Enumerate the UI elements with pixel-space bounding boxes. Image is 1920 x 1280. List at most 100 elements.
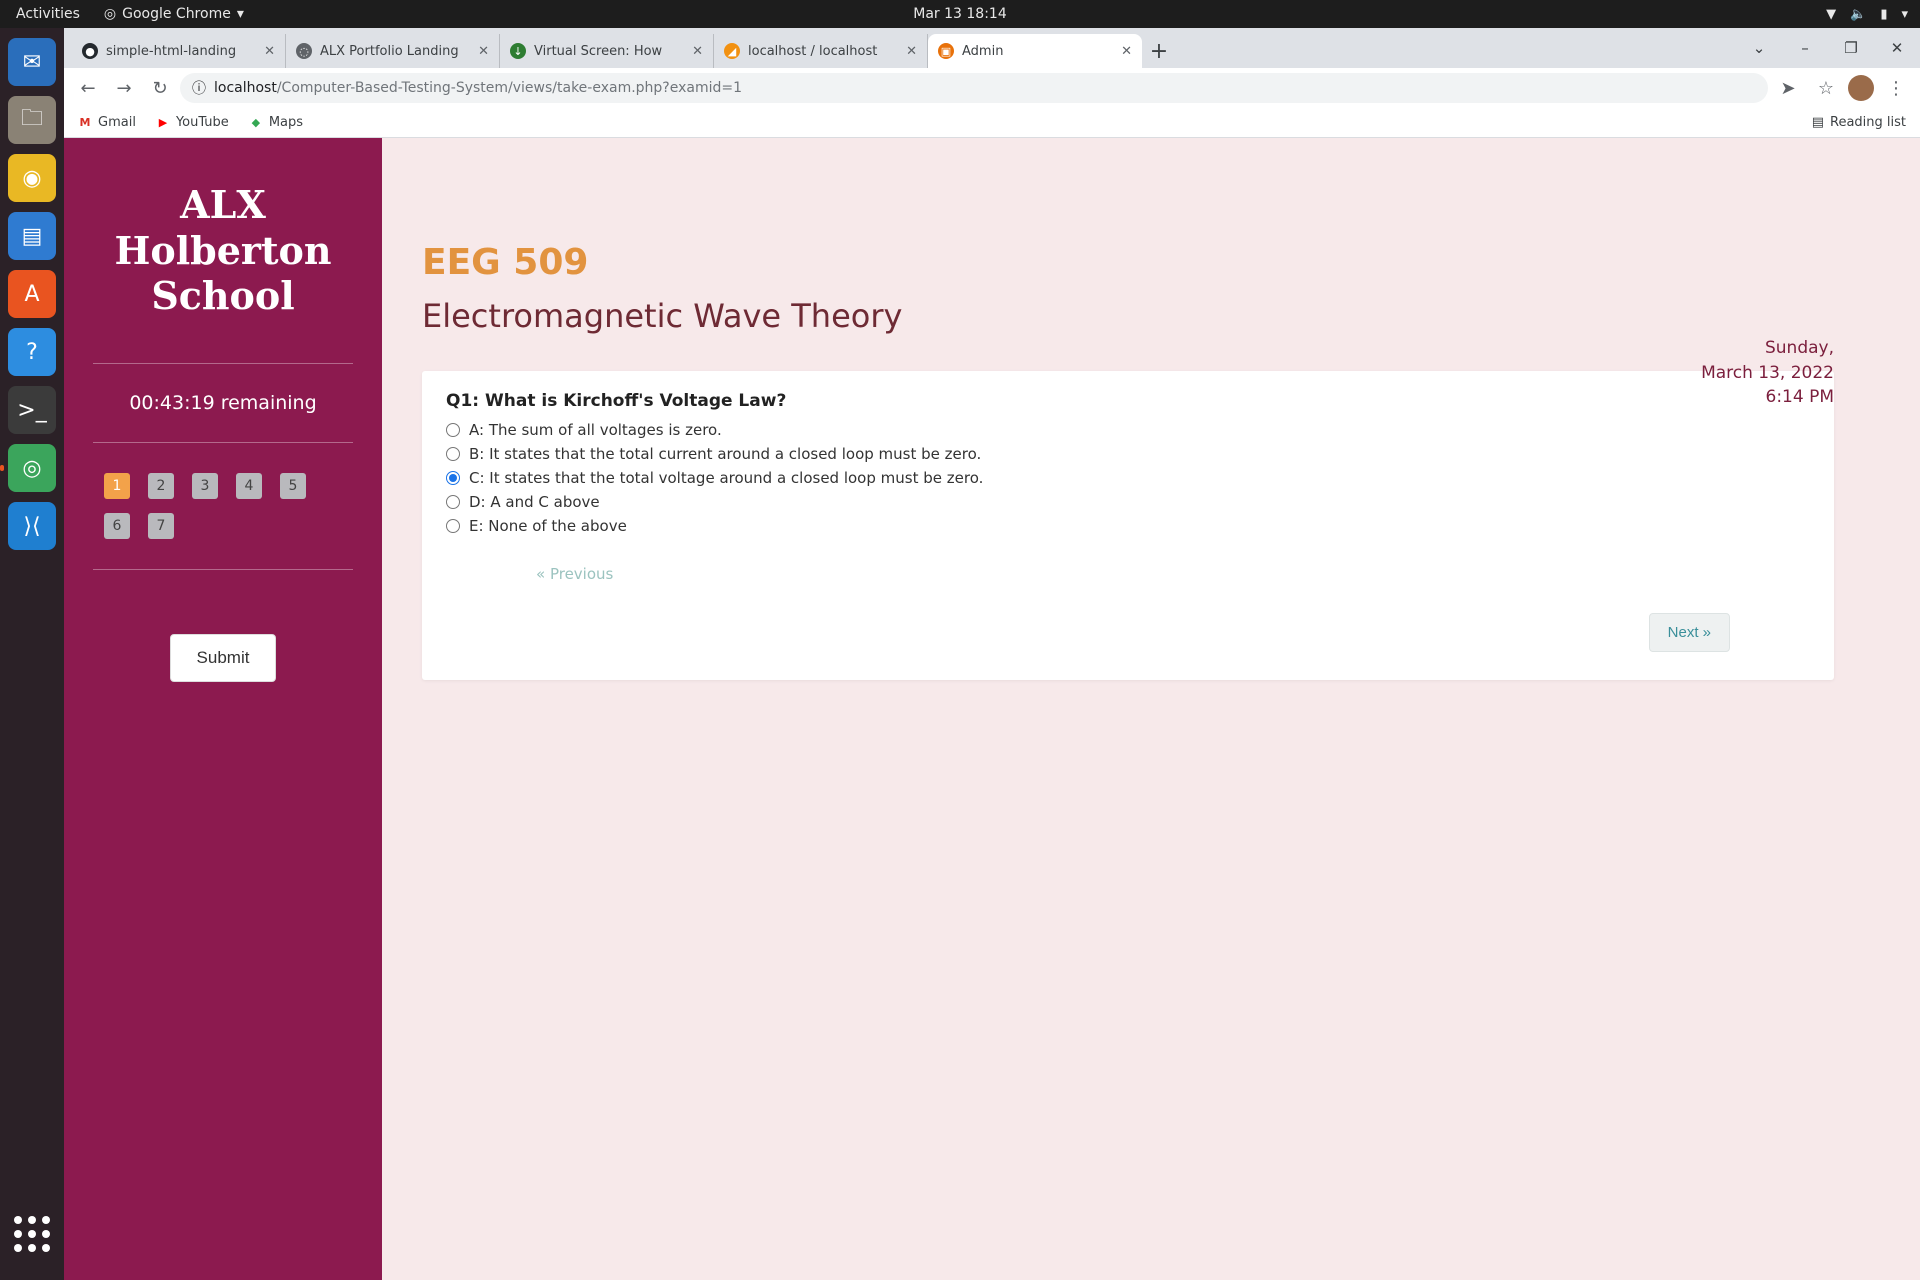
browser-tab[interactable]: ↓ Virtual Screen: How ✕ bbox=[500, 34, 714, 68]
exam-timer: 00:43:19 remaining bbox=[129, 391, 317, 414]
question-number-button[interactable]: 7 bbox=[148, 512, 174, 539]
close-window-icon[interactable]: ✕ bbox=[1874, 28, 1920, 68]
radio-button[interactable] bbox=[446, 471, 460, 485]
tab-title: Virtual Screen: How bbox=[534, 43, 663, 59]
close-tab-icon[interactable]: ✕ bbox=[906, 44, 917, 59]
radio-button[interactable] bbox=[446, 447, 460, 461]
date-time: 6:14 PM bbox=[1765, 387, 1835, 408]
bookmark-star-icon[interactable]: ☆ bbox=[1810, 72, 1842, 104]
answer-option[interactable]: C: It states that the total voltage arou… bbox=[446, 469, 1810, 487]
bookmark-label: Maps bbox=[268, 115, 304, 130]
tab-search-icon[interactable]: ⌄ bbox=[1736, 28, 1782, 68]
chrome-icon[interactable]: ◎ bbox=[0, 444, 56, 492]
radio-button[interactable] bbox=[446, 423, 460, 437]
rhythmbox-icon[interactable]: ◉ bbox=[8, 154, 56, 202]
show-applications-button[interactable] bbox=[8, 1210, 56, 1258]
volume-icon[interactable]: 🔈 bbox=[1850, 7, 1866, 22]
bookmark-item[interactable]: M Gmail bbox=[78, 115, 136, 130]
bookmark-item[interactable]: ▶ YouTube bbox=[156, 115, 229, 130]
system-tray[interactable]: ▼ 🔈 ▮ ▾ bbox=[1826, 7, 1908, 22]
app-menu[interactable]: ◎ Google Chrome ▾ bbox=[96, 6, 252, 22]
software-center-icon[interactable]: A bbox=[8, 270, 56, 318]
tab-favicon-icon: ↓ bbox=[510, 43, 526, 59]
profile-avatar[interactable] bbox=[1848, 75, 1874, 101]
question-number-button[interactable]: 3 bbox=[192, 472, 218, 499]
next-button[interactable]: Next » bbox=[1648, 613, 1730, 652]
question-number-button[interactable]: 2 bbox=[148, 472, 174, 499]
exam-sidebar: ALX Holberton School 00:43:19 remaining … bbox=[64, 138, 382, 1280]
question-number-button[interactable]: 1 bbox=[104, 472, 130, 499]
tab-favicon-icon: ◌ bbox=[296, 43, 312, 59]
reading-list-icon: ▤ bbox=[1811, 115, 1824, 130]
files-icon[interactable]: 🗀 bbox=[8, 96, 56, 144]
close-tab-icon[interactable]: ✕ bbox=[1121, 44, 1132, 59]
minimize-icon[interactable]: – bbox=[1782, 28, 1828, 68]
writer-icon[interactable]: ▤ bbox=[8, 212, 56, 260]
question-number-button[interactable]: 6 bbox=[104, 512, 130, 539]
back-icon[interactable]: ← bbox=[72, 72, 104, 104]
system-clock[interactable]: Mar 13 18:14 bbox=[913, 6, 1006, 22]
previous-button[interactable]: « Previous bbox=[536, 565, 613, 583]
browser-tab[interactable]: ▣ Admin ✕ bbox=[928, 34, 1142, 68]
menu-kebab-icon[interactable]: ⋮ bbox=[1880, 72, 1912, 104]
thunderbird-icon[interactable]: ✉ bbox=[8, 38, 56, 86]
tab-favicon-icon: ◢ bbox=[724, 43, 740, 59]
browser-tab[interactable]: ◢ localhost / localhost ✕ bbox=[714, 34, 928, 68]
youtube-icon: ▶ bbox=[158, 116, 168, 129]
course-code: EEG 509 bbox=[422, 242, 589, 283]
question-number-button[interactable]: 5 bbox=[280, 472, 306, 499]
caret-down-icon[interactable]: ▾ bbox=[1901, 7, 1908, 22]
school-name-line: ALX bbox=[180, 182, 266, 227]
question-pager: « Previous bbox=[446, 565, 1810, 583]
help-icon[interactable]: ? bbox=[8, 328, 56, 376]
radio-button[interactable] bbox=[446, 519, 460, 533]
close-tab-icon[interactable]: ✕ bbox=[478, 44, 489, 59]
course-name: Electromagnetic Wave Theory bbox=[422, 297, 903, 335]
bookmarks-bar: M Gmail ▶ YouTube ◆ Maps ▤ Reading list bbox=[64, 108, 1920, 138]
school-name: ALX Holberton School bbox=[115, 182, 332, 319]
reload-icon[interactable]: ↻ bbox=[144, 72, 176, 104]
wifi-icon[interactable]: ▼ bbox=[1826, 7, 1836, 22]
question-number-button[interactable]: 4 bbox=[236, 472, 262, 499]
question-card: Q1: What is Kirchoff's Voltage Law? A: T… bbox=[422, 371, 1834, 680]
close-tab-icon[interactable]: ✕ bbox=[692, 44, 703, 59]
battery-icon[interactable]: ▮ bbox=[1880, 7, 1887, 22]
answer-option[interactable]: D: A and C above bbox=[446, 493, 1810, 511]
date-day: March 13, 2022 bbox=[1701, 362, 1834, 383]
tab-title: ALX Portfolio Landing bbox=[320, 43, 459, 59]
maps-icon: ◆ bbox=[251, 116, 261, 129]
answer-option-text: E: None of the above bbox=[469, 517, 627, 535]
bookmark-item[interactable]: ◆ Maps bbox=[249, 115, 303, 130]
answer-option[interactable]: A: The sum of all voltages is zero. bbox=[446, 421, 1810, 439]
vscode-icon[interactable]: ⟩⟨ bbox=[8, 502, 56, 550]
reading-list-button[interactable]: ▤ Reading list bbox=[1812, 115, 1906, 130]
url-path: /Computer-Based-Testing-System/views/tak… bbox=[276, 80, 743, 96]
tab-title: simple-html-landing bbox=[106, 43, 237, 59]
window-controls: ⌄ – ❐ ✕ bbox=[1736, 28, 1920, 68]
tab-favicon-icon: ● bbox=[82, 43, 98, 59]
close-tab-icon[interactable]: ✕ bbox=[264, 44, 275, 59]
school-name-line: School bbox=[151, 273, 295, 319]
terminal-icon[interactable]: >_ bbox=[8, 386, 56, 434]
address-bar[interactable]: ⓘ localhost/Computer-Based-Testing-Syste… bbox=[180, 73, 1768, 103]
submit-button[interactable]: Submit bbox=[169, 633, 277, 682]
url-host: localhost bbox=[214, 80, 277, 96]
info-icon[interactable]: ⓘ bbox=[192, 78, 206, 98]
maximize-icon[interactable]: ❐ bbox=[1828, 28, 1874, 68]
tab-strip: ● simple-html-landing ✕ ◌ ALX Portfolio Land… bbox=[64, 28, 1920, 68]
answer-option[interactable]: E: None of the above bbox=[446, 517, 1810, 535]
answer-option[interactable]: B: It states that the total current arou… bbox=[446, 445, 1810, 463]
exam-content: EEG 509 Electromagnetic Wave Theory Sund… bbox=[382, 138, 1920, 1280]
activities-button[interactable]: Activities bbox=[0, 6, 96, 22]
system-top-bar: Activities ◎ Google Chrome ▾ Mar 13 18:1… bbox=[0, 0, 1920, 28]
radio-button[interactable] bbox=[446, 495, 460, 509]
send-icon[interactable]: ➤ bbox=[1772, 72, 1804, 104]
browser-tab[interactable]: ◌ ALX Portfolio Landing ✕ bbox=[286, 34, 500, 68]
browser-tab[interactable]: ● simple-html-landing ✕ bbox=[72, 34, 286, 68]
bookmark-label: Gmail bbox=[98, 115, 136, 130]
new-tab-button[interactable]: + bbox=[1142, 34, 1176, 68]
browser-window: ● simple-html-landing ✕ ◌ ALX Portfolio Land… bbox=[64, 28, 1920, 1280]
answer-option-text: A: The sum of all voltages is zero. bbox=[469, 421, 722, 439]
chrome-small-icon: ◎ bbox=[103, 6, 117, 22]
forward-icon[interactable]: → bbox=[108, 72, 140, 104]
